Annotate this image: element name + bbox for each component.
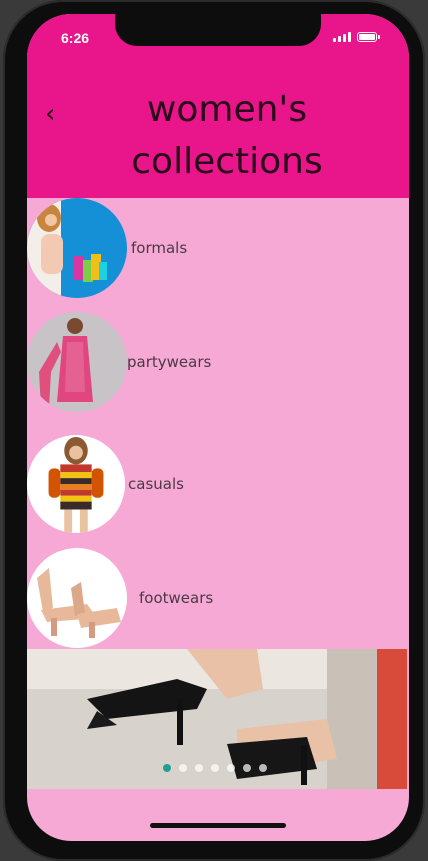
home-indicator[interactable] bbox=[150, 823, 286, 828]
carousel-dot[interactable] bbox=[163, 764, 171, 772]
carousel-dot[interactable] bbox=[211, 764, 219, 772]
category-label: footwears bbox=[139, 589, 214, 607]
carousel-dot[interactable] bbox=[195, 764, 203, 772]
status-time: 6:26 bbox=[61, 30, 90, 46]
carousel-dot[interactable] bbox=[243, 764, 251, 772]
category-label: formals bbox=[131, 239, 188, 257]
back-button[interactable]: ‹ bbox=[45, 99, 69, 129]
partywears-thumbnail bbox=[27, 312, 127, 412]
chevron-left-icon: ‹ bbox=[45, 99, 56, 129]
category-label: casuals bbox=[128, 475, 184, 493]
footwears-thumbnail bbox=[27, 548, 127, 648]
page-title: women's collections bbox=[131, 89, 323, 182]
phone-frame: ‹ women's collections 6:26 formals party… bbox=[3, 0, 425, 861]
signal-icon bbox=[333, 32, 351, 42]
category-label: partywears bbox=[127, 353, 212, 371]
carousel-dot[interactable] bbox=[227, 764, 235, 772]
status-icons bbox=[333, 32, 380, 42]
battery-icon bbox=[357, 32, 380, 42]
category-item-formals[interactable]: formals bbox=[27, 198, 187, 298]
carousel-dot[interactable] bbox=[259, 764, 267, 772]
category-item-footwears[interactable]: footwears bbox=[27, 548, 213, 648]
app-screen: ‹ women's collections 6:26 formals party… bbox=[27, 14, 409, 841]
formals-thumbnail bbox=[27, 198, 127, 298]
device-notch bbox=[115, 14, 321, 46]
category-item-casuals[interactable]: casuals bbox=[27, 435, 184, 533]
carousel-dot[interactable] bbox=[179, 764, 187, 772]
category-item-partywears[interactable]: partywears bbox=[27, 312, 211, 412]
casuals-thumbnail bbox=[27, 435, 125, 533]
carousel-dots bbox=[163, 764, 267, 772]
